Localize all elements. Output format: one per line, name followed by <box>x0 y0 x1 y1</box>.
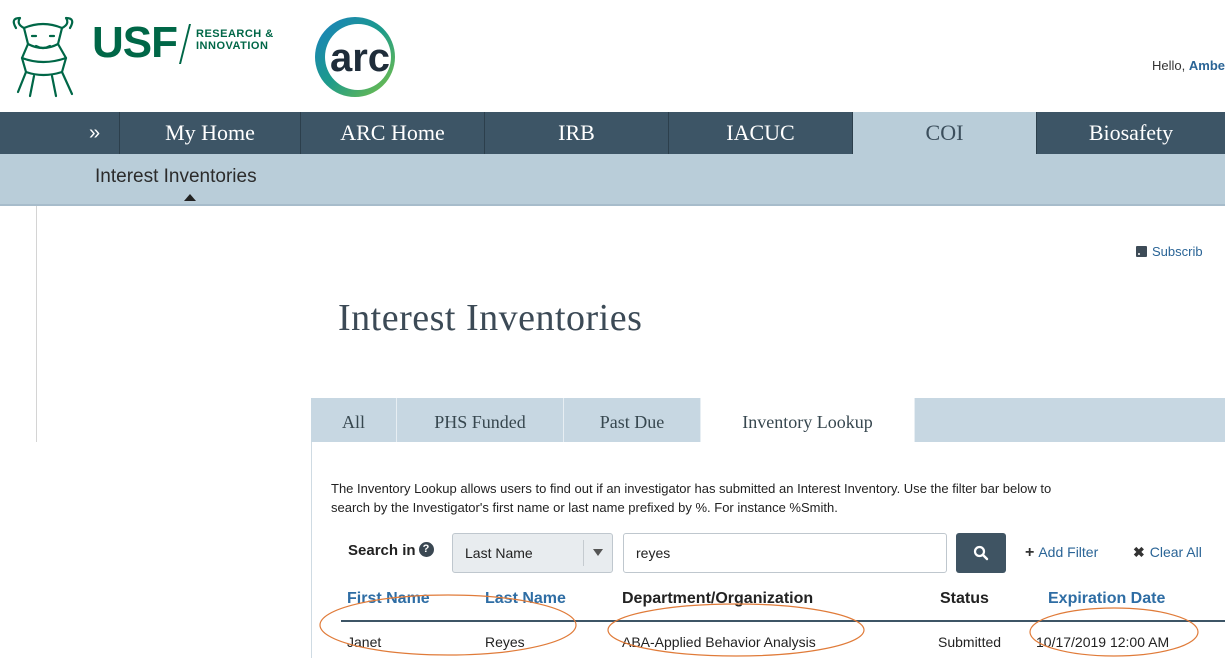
search-button[interactable] <box>956 533 1006 573</box>
research-label: RESEARCH & <box>196 28 274 40</box>
nav-item-irb[interactable]: IRB <box>485 112 669 154</box>
user-name-link[interactable]: Ambe <box>1189 58 1225 73</box>
cell-last-name[interactable]: Reyes <box>485 634 525 650</box>
nav-expand-button[interactable]: » <box>70 112 120 154</box>
plus-icon: + <box>1025 544 1035 561</box>
clear-all-button[interactable]: ✖ Clear All <box>1133 544 1202 561</box>
site-header: USF RESEARCH & INNOVATION arc Hello, Amb… <box>0 0 1225 112</box>
description-line-2: search by the Investigator's first name … <box>331 500 838 515</box>
arc-logo-icon[interactable]: arc <box>312 14 398 100</box>
cell-status: Submitted <box>938 634 1002 650</box>
description-line-1: The Inventory Lookup allows users to fin… <box>331 481 1052 496</box>
active-caret-icon <box>184 194 196 201</box>
subnav-item-interest-inventories[interactable]: Interest Inventories <box>95 166 257 188</box>
logo-divider <box>179 24 191 64</box>
select-divider <box>583 540 584 566</box>
main-nav: » My Home ARC Home IRB IACUC COI Biosafe… <box>0 112 1225 154</box>
sub-nav: Interest Inventories <box>0 154 1225 206</box>
innovation-label: INNOVATION <box>196 40 269 52</box>
subscribe-label: Subscrib <box>1152 244 1203 259</box>
lookup-description: The Inventory Lookup allows users to fin… <box>331 479 1225 517</box>
clear-all-label: Clear All <box>1149 544 1202 560</box>
page-title: Interest Inventories <box>338 297 643 339</box>
usf-bull-logo-icon[interactable] <box>6 14 80 98</box>
search-input[interactable] <box>623 533 947 573</box>
research-innovation-label: RESEARCH & INNOVATION <box>196 28 274 52</box>
search-icon <box>973 545 989 561</box>
search-field-value: Last Name <box>465 545 533 561</box>
nav-item-coi[interactable]: COI <box>853 112 1037 154</box>
table-header-rule <box>341 620 1225 622</box>
tab-bar: All PHS Funded Past Due Inventory Lookup <box>311 398 1225 442</box>
column-header-status: Status <box>940 590 989 607</box>
greeting-label: Hello, <box>1152 58 1186 73</box>
cell-expiration-date: 10/17/2019 12:00 AM <box>1036 634 1170 650</box>
add-filter-label: Add Filter <box>1038 544 1099 560</box>
usf-wordmark[interactable]: USF <box>92 18 178 68</box>
tab-all[interactable]: All <box>311 398 397 442</box>
help-icon[interactable]: ? <box>418 542 434 557</box>
cell-department: ABA-Applied Behavior Analysis <box>622 634 816 650</box>
close-icon: ✖ <box>1133 544 1145 560</box>
arc-logo-text: arc <box>330 36 390 80</box>
panel-border <box>311 442 312 658</box>
tab-inventory-lookup[interactable]: Inventory Lookup <box>701 398 915 442</box>
nav-item-iacuc[interactable]: IACUC <box>669 112 853 154</box>
user-greeting: Hello, Ambe <box>1152 58 1225 73</box>
nav-item-biosafety[interactable]: Biosafety <box>1037 112 1225 154</box>
cell-first-name[interactable]: Janet <box>347 634 381 650</box>
column-header-first-name[interactable]: First Name <box>347 590 430 608</box>
nav-item-my-home[interactable]: My Home <box>120 112 301 154</box>
column-header-department: Department/Organization <box>622 590 814 607</box>
nav-item-arc-home[interactable]: ARC Home <box>301 112 485 154</box>
chevron-down-icon <box>593 549 603 556</box>
column-header-expiration-date[interactable]: Expiration Date <box>1048 590 1165 608</box>
tab-phs-funded[interactable]: PHS Funded <box>397 398 564 442</box>
search-field-select[interactable]: Last Name <box>452 533 613 573</box>
search-in-text: Search in <box>348 542 416 559</box>
left-column-divider <box>36 206 37 442</box>
subscribe-link[interactable]: Subscrib <box>1136 244 1203 259</box>
column-header-last-name[interactable]: Last Name <box>485 590 566 608</box>
tab-past-due[interactable]: Past Due <box>564 398 701 442</box>
rss-icon <box>1136 246 1147 257</box>
add-filter-button[interactable]: + Add Filter <box>1025 544 1098 562</box>
search-in-label: Search in? <box>348 542 434 559</box>
